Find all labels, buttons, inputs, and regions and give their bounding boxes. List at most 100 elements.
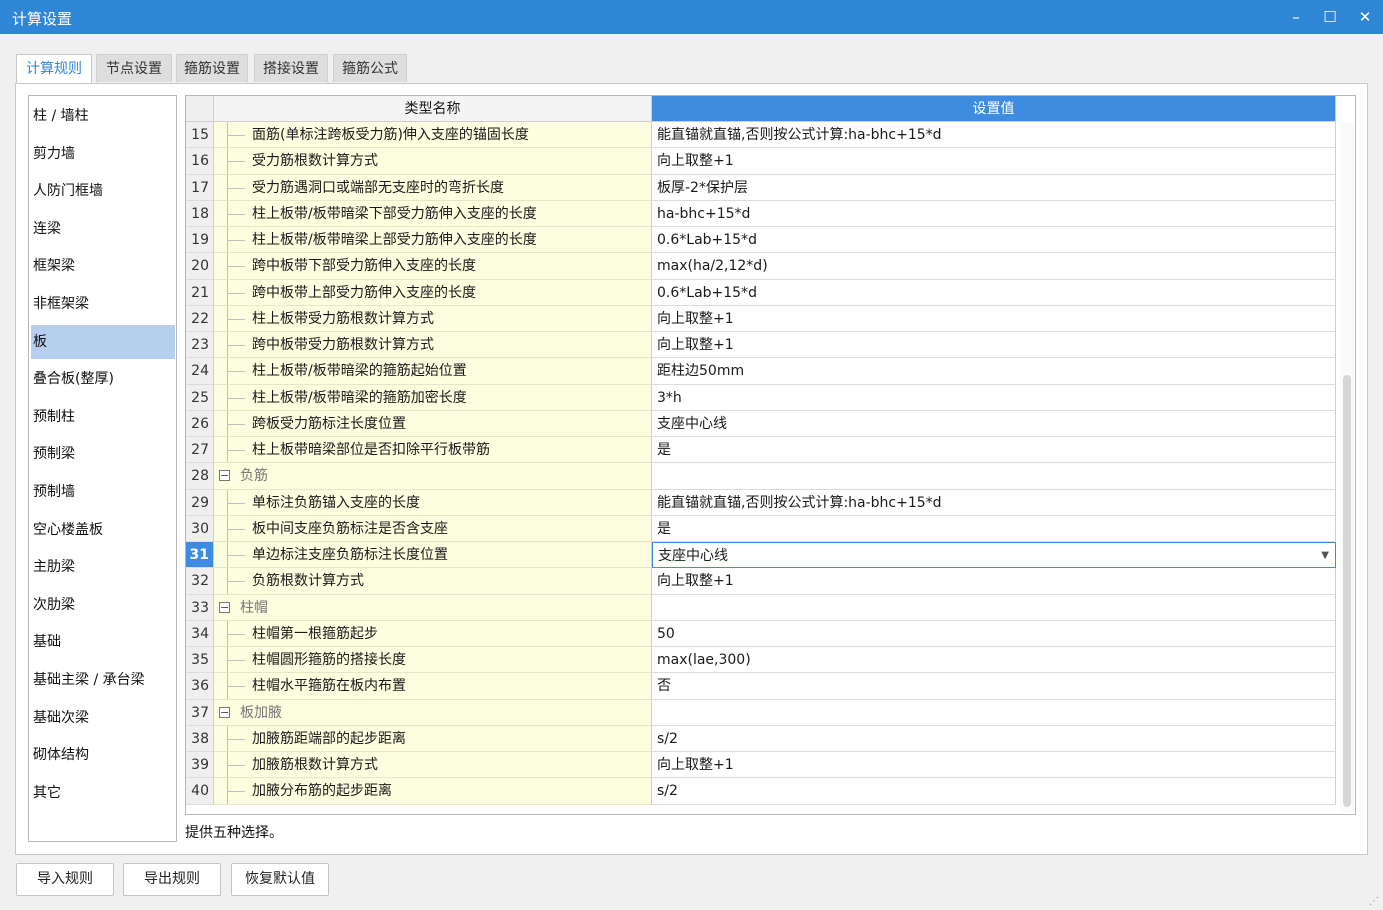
category-item[interactable]: 人防门框墙 xyxy=(31,174,175,208)
table-row[interactable]: 38 加腋筋距端部的起步距离 s/2 xyxy=(186,725,1336,752)
value-dropdown[interactable]: 支座中心线 ▼ xyxy=(652,542,1336,569)
type-name-cell[interactable]: 面筋(单标注跨板受力筋)伸入支座的锚固长度 xyxy=(214,122,652,149)
group-row[interactable]: 37− 板加腋 xyxy=(186,699,1336,726)
table-row[interactable]: 35 柱帽圆形箍筋的搭接长度 max(lae,300) xyxy=(186,647,1336,674)
table-row[interactable]: 24 柱上板带/板带暗梁的箍筋起始位置 距柱边50mm xyxy=(186,358,1336,385)
type-name-cell[interactable]: 跨板受力筋标注长度位置 xyxy=(214,410,652,437)
table-row[interactable]: 21 跨中板带上部受力筋伸入支座的长度 0.6*Lab+15*d xyxy=(186,279,1336,306)
type-name-cell[interactable]: 柱上板带/板带暗梁上部受力筋伸入支座的长度 xyxy=(214,227,652,254)
category-item[interactable]: 基础 xyxy=(31,625,175,659)
setting-value-cell[interactable]: 向上取整+1 xyxy=(652,148,1336,175)
close-button[interactable]: ✕ xyxy=(1353,6,1377,28)
table-row[interactable]: 32 负筋根数计算方式 向上取整+1 xyxy=(186,568,1336,595)
group-row[interactable]: 28− 负筋 xyxy=(186,463,1336,490)
type-name-cell[interactable]: 柱上板带/板带暗梁下部受力筋伸入支座的长度 xyxy=(214,200,652,227)
group-row[interactable]: 33− 柱帽 xyxy=(186,594,1336,621)
type-name-cell[interactable]: − 柱帽 xyxy=(214,594,652,621)
type-name-cell[interactable]: 跨中板带上部受力筋伸入支座的长度 xyxy=(214,279,652,306)
tab-calc-rules[interactable]: 计算规则 xyxy=(16,54,92,85)
setting-value-cell[interactable] xyxy=(652,463,1336,490)
type-name-cell[interactable]: 受力筋根数计算方式 xyxy=(214,148,652,175)
table-row[interactable]: 26 跨板受力筋标注长度位置 支座中心线 xyxy=(186,410,1336,437)
type-name-cell[interactable]: 负筋根数计算方式 xyxy=(214,568,652,595)
type-name-cell[interactable]: − 负筋 xyxy=(214,463,652,490)
export-rules-button[interactable]: 导出规则 xyxy=(123,863,221,896)
type-name-cell[interactable]: 柱上板带/板带暗梁的箍筋加密长度 xyxy=(214,384,652,411)
column-header-name[interactable]: 类型名称 xyxy=(214,96,652,122)
table-row[interactable]: 40 加腋分布筋的起步距离 s/2 xyxy=(186,778,1336,805)
collapse-icon[interactable]: − xyxy=(219,470,230,482)
type-name-cell[interactable]: − 板加腋 xyxy=(214,699,652,726)
scrollbar-thumb[interactable] xyxy=(1343,375,1351,807)
setting-value-cell[interactable]: 向上取整+1 xyxy=(652,568,1336,595)
tab-stirrup-formula[interactable]: 箍筋公式 xyxy=(333,54,407,82)
category-item[interactable]: 主肋梁 xyxy=(31,550,175,584)
vertical-scrollbar[interactable] xyxy=(1340,123,1354,813)
category-item[interactable]: 预制墙 xyxy=(31,475,175,509)
maximize-button[interactable]: ☐ xyxy=(1318,6,1342,28)
tab-stirrup-settings[interactable]: 箍筋设置 xyxy=(176,54,248,82)
setting-value-cell[interactable]: s/2 xyxy=(652,778,1336,805)
setting-value-cell[interactable]: 能直锚就直锚,否则按公式计算:ha-bhc+15*d xyxy=(652,122,1336,149)
setting-value-cell[interactable]: 0.6*Lab+15*d xyxy=(652,227,1336,254)
type-name-cell[interactable]: 柱上板带/板带暗梁的箍筋起始位置 xyxy=(214,358,652,385)
setting-value-cell[interactable]: 板厚-2*保护层 xyxy=(652,174,1336,201)
table-row[interactable]: 34 柱帽第一根箍筋起步 50 xyxy=(186,620,1336,647)
resize-grip-icon[interactable]: ⋰ xyxy=(1369,896,1379,907)
category-item[interactable]: 叠合板(整厚) xyxy=(31,362,175,396)
setting-value-cell[interactable]: max(lae,300) xyxy=(652,647,1336,674)
minimize-button[interactable]: – xyxy=(1284,6,1308,28)
column-header-value[interactable]: 设置值 xyxy=(652,96,1336,122)
tab-node-settings[interactable]: 节点设置 xyxy=(96,54,172,82)
table-row[interactable]: 39 加腋筋根数计算方式 向上取整+1 xyxy=(186,752,1336,779)
type-name-cell[interactable]: 跨中板带下部受力筋伸入支座的长度 xyxy=(214,253,652,280)
type-name-cell[interactable]: 柱帽圆形箍筋的搭接长度 xyxy=(214,647,652,674)
setting-value-cell[interactable]: 距柱边50mm xyxy=(652,358,1336,385)
tab-lap-settings[interactable]: 搭接设置 xyxy=(254,54,328,82)
table-row[interactable]: 30 板中间支座负筋标注是否含支座 是 xyxy=(186,515,1336,542)
type-name-cell[interactable]: 加腋分布筋的起步距离 xyxy=(214,778,652,805)
restore-defaults-button[interactable]: 恢复默认值 xyxy=(231,863,329,896)
type-name-cell[interactable]: 单边标注支座负筋标注长度位置 xyxy=(214,542,652,569)
type-name-cell[interactable]: 柱上板带暗梁部位是否扣除平行板带筋 xyxy=(214,437,652,464)
category-item[interactable]: 预制柱 xyxy=(31,400,175,434)
category-item[interactable]: 剪力墙 xyxy=(31,137,175,171)
type-name-cell[interactable]: 加腋筋距端部的起步距离 xyxy=(214,725,652,752)
category-item[interactable]: 其它 xyxy=(31,776,175,810)
type-name-cell[interactable]: 板中间支座负筋标注是否含支座 xyxy=(214,515,652,542)
type-name-cell[interactable]: 柱帽水平箍筋在板内布置 xyxy=(214,673,652,700)
setting-value-cell[interactable]: 否 xyxy=(652,673,1336,700)
table-row[interactable]: 31 单边标注支座负筋标注长度位置 支座中心线 ▼ xyxy=(186,542,1336,569)
table-row[interactable]: 19 柱上板带/板带暗梁上部受力筋伸入支座的长度 0.6*Lab+15*d xyxy=(186,227,1336,254)
setting-value-cell[interactable]: 向上取整+1 xyxy=(652,305,1336,332)
setting-value-cell[interactable]: ha-bhc+15*d xyxy=(652,200,1336,227)
collapse-icon[interactable]: − xyxy=(219,601,230,613)
category-item[interactable]: 空心楼盖板 xyxy=(31,513,175,547)
category-item[interactable]: 板 xyxy=(31,324,175,359)
setting-value-cell[interactable]: 向上取整+1 xyxy=(652,332,1336,359)
table-row[interactable]: 15 面筋(单标注跨板受力筋)伸入支座的锚固长度 能直锚就直锚,否则按公式计算:ha… xyxy=(186,122,1336,149)
category-item[interactable]: 连梁 xyxy=(31,212,175,246)
table-row[interactable]: 36 柱帽水平箍筋在板内布置 否 xyxy=(186,673,1336,700)
category-item[interactable]: 次肋梁 xyxy=(31,588,175,622)
category-item[interactable]: 基础次梁 xyxy=(31,701,175,735)
setting-value-cell[interactable]: 是 xyxy=(652,437,1336,464)
type-name-cell[interactable]: 加腋筋根数计算方式 xyxy=(214,752,652,779)
category-item[interactable]: 柱 / 墙柱 xyxy=(31,99,175,133)
table-row[interactable]: 23 跨中板带受力筋根数计算方式 向上取整+1 xyxy=(186,332,1336,359)
setting-value-cell[interactable]: 向上取整+1 xyxy=(652,752,1336,779)
setting-value-cell[interactable]: max(ha/2,12*d) xyxy=(652,253,1336,280)
category-item[interactable]: 非框架梁 xyxy=(31,287,175,321)
table-row[interactable]: 22 柱上板带受力筋根数计算方式 向上取整+1 xyxy=(186,305,1336,332)
table-row[interactable]: 18 柱上板带/板带暗梁下部受力筋伸入支座的长度 ha-bhc+15*d xyxy=(186,200,1336,227)
table-row[interactable]: 29 单标注负筋锚入支座的长度 能直锚就直锚,否则按公式计算:ha-bhc+15*d xyxy=(186,489,1336,516)
setting-value-cell[interactable] xyxy=(652,594,1336,621)
table-row[interactable]: 27 柱上板带暗梁部位是否扣除平行板带筋 是 xyxy=(186,437,1336,464)
type-name-cell[interactable]: 受力筋遇洞口或端部无支座时的弯折长度 xyxy=(214,174,652,201)
setting-value-cell[interactable]: s/2 xyxy=(652,725,1336,752)
type-name-cell[interactable]: 跨中板带受力筋根数计算方式 xyxy=(214,332,652,359)
setting-value-cell[interactable]: 能直锚就直锚,否则按公式计算:ha-bhc+15*d xyxy=(652,489,1336,516)
collapse-icon[interactable]: − xyxy=(219,706,230,718)
import-rules-button[interactable]: 导入规则 xyxy=(16,863,114,896)
setting-value-cell[interactable]: 50 xyxy=(652,620,1336,647)
